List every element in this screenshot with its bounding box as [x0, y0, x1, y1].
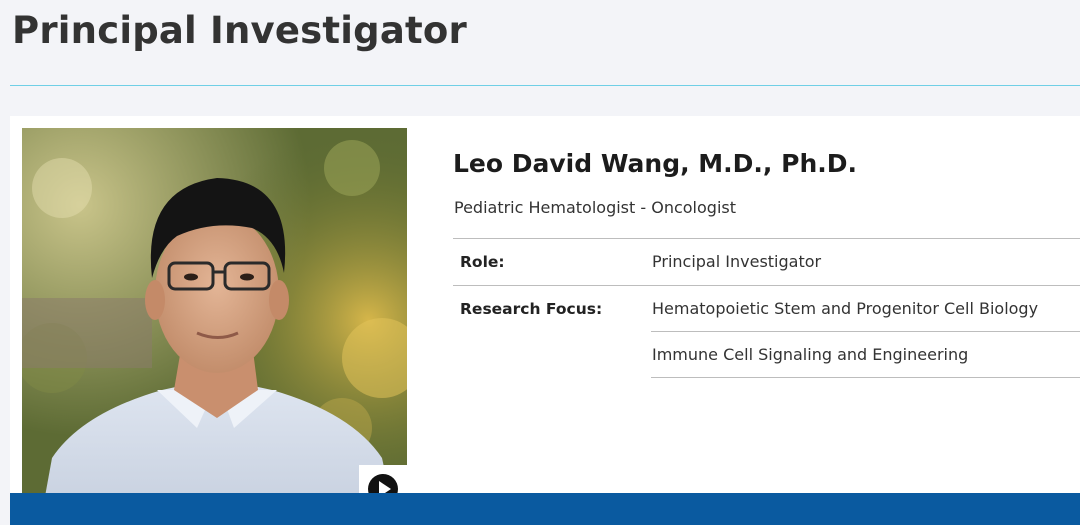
- details-label: Research Focus:: [460, 300, 603, 318]
- details-value: Immune Cell Signaling and Engineering: [652, 345, 969, 364]
- profile-card: Leo David Wang, M.D., Ph.D. Pediatric He…: [10, 116, 1080, 525]
- details-value: Hematopoietic Stem and Progenitor Cell B…: [652, 299, 1039, 318]
- details-row-role: Role: Principal Investigator: [453, 239, 1080, 286]
- details-table: Role: Principal Investigator Research Fo…: [453, 238, 1080, 378]
- page-title: Principal Investigator: [12, 9, 467, 52]
- details-value: Principal Investigator: [652, 252, 822, 271]
- footer-band: [10, 493, 1080, 525]
- title-divider: [10, 85, 1080, 86]
- investigator-name: Leo David Wang, M.D., Ph.D.: [453, 149, 857, 178]
- profile-photo-illustration: [22, 128, 407, 513]
- details-row-research-focus-2: Immune Cell Signaling and Engineering: [453, 332, 1080, 378]
- details-row-research-focus: Research Focus: Hematopoietic Stem and P…: [453, 286, 1080, 332]
- investigator-specialty: Pediatric Hematologist - Oncologist: [454, 198, 736, 217]
- profile-photo: [22, 128, 407, 513]
- details-label: Role:: [460, 253, 505, 271]
